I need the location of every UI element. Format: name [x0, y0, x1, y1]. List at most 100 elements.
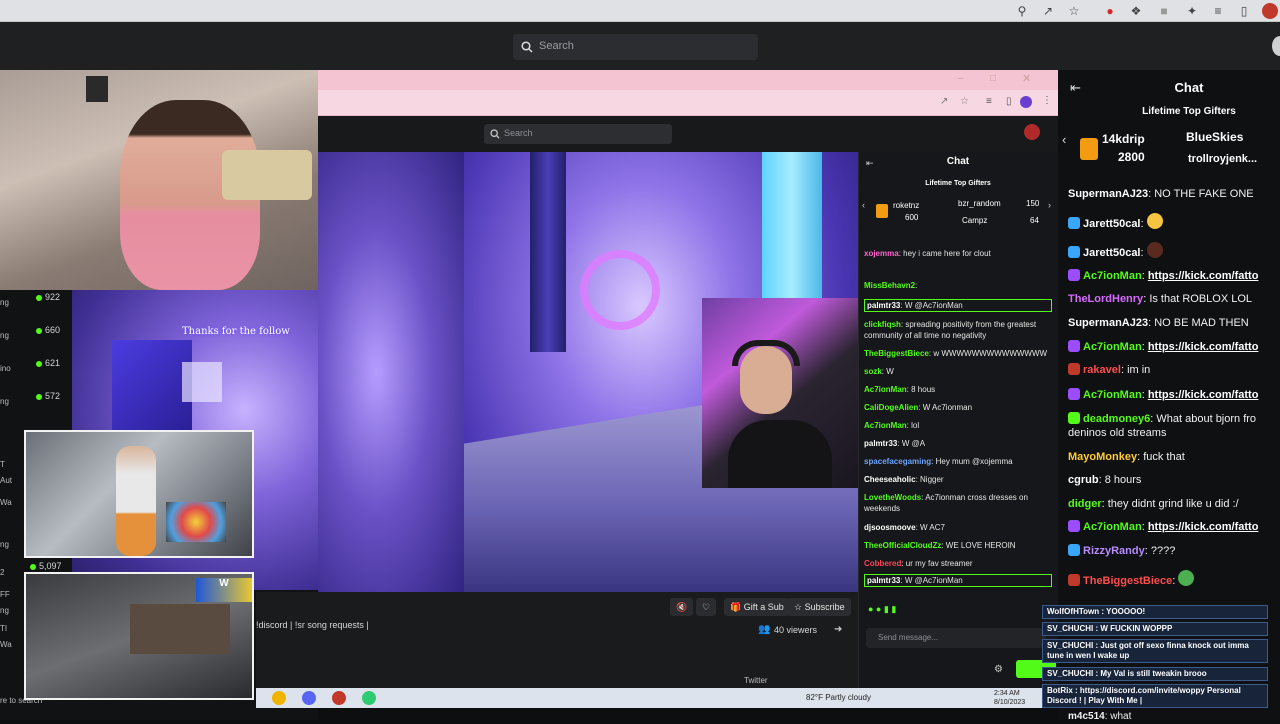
chat-username[interactable]: Ac7ionMan	[1083, 521, 1142, 533]
opera-icon[interactable]	[332, 691, 346, 705]
emote-icon[interactable]: ● ● ▮ ▮	[868, 604, 896, 615]
mute-icon[interactable]: 🔇	[670, 598, 694, 616]
chevron-left-icon[interactable]: ‹	[1062, 132, 1066, 147]
discord-icon[interactable]	[302, 691, 316, 705]
share-icon[interactable]: ↗	[940, 96, 948, 107]
chat-message: Ac7ionMan: https://kick.com/fatto	[1068, 269, 1280, 283]
chat-username[interactable]: SupermanAJ23	[1068, 317, 1148, 329]
chat-link[interactable]: https://kick.com/fatto	[1148, 270, 1259, 282]
chat-text: lol	[911, 421, 920, 430]
minimize-icon[interactable]: –	[958, 73, 964, 84]
inner-user-avatar[interactable]	[1024, 124, 1040, 140]
chat-username[interactable]: cgrub	[1068, 474, 1099, 486]
chat-username[interactable]: Cheeseaholic	[864, 475, 916, 484]
chat-username[interactable]: Cobbered	[864, 559, 901, 568]
inner-chat-message: CaliDogeAlien: W Ac7ionman	[864, 403, 973, 412]
gifter-name[interactable]: trollroyjenk...	[1188, 153, 1257, 165]
chat-username[interactable]: TheBiggestBiece	[1083, 575, 1172, 587]
share-icon[interactable]: ↗	[1040, 3, 1056, 19]
sidebar-label: ng	[0, 331, 9, 340]
twitter-link[interactable]: Twitter	[744, 676, 768, 685]
chat-username[interactable]: palmtr33	[867, 301, 900, 310]
bookmark-star-icon[interactable]: ☆	[960, 96, 969, 107]
heart-icon[interactable]: ♡	[696, 598, 717, 616]
puzzle-icon[interactable]: ✦	[1184, 3, 1200, 19]
chat-username[interactable]: m4c514	[1068, 711, 1105, 722]
chat-link[interactable]: https://kick.com/fatto	[1148, 521, 1259, 533]
chat-text: im in	[1127, 364, 1151, 376]
opera-extension-icon[interactable]: ●	[1102, 3, 1118, 19]
chat-username[interactable]: didger	[1068, 498, 1102, 510]
badge-icon	[1068, 544, 1080, 556]
chat-username[interactable]: xojemma	[864, 249, 899, 258]
inner-chat-input[interactable]: Send message...	[866, 628, 1046, 648]
chat-username[interactable]: MayoMonkey	[1068, 451, 1137, 463]
chat-username[interactable]: Jarett50cal	[1083, 247, 1141, 259]
bookmark-star-icon[interactable]: ☆	[1066, 3, 1082, 19]
chat-username[interactable]: Ac7ionMan	[1083, 270, 1142, 282]
kick-extension-icon[interactable]: ■	[1156, 3, 1172, 19]
browser-icon[interactable]	[362, 691, 376, 705]
inner-search-input[interactable]: Search	[484, 124, 672, 144]
chat-username[interactable]: palmtr33	[867, 576, 900, 585]
chat-username[interactable]: Jarett50cal	[1083, 218, 1141, 230]
gifter-name[interactable]: 14kdrip	[1102, 132, 1145, 146]
menu-dots-icon[interactable]: ⋮	[1042, 95, 1052, 106]
chat-username[interactable]: SupermanAJ23	[1068, 188, 1148, 200]
gifter-name[interactable]: BlueSkies	[1186, 130, 1243, 144]
sidebar-icon[interactable]: ▯	[1006, 96, 1012, 107]
alert-text: https://discord.com/invite/woppy Persona…	[1047, 686, 1241, 705]
playlist-icon[interactable]: ≡	[986, 96, 992, 107]
chat-username[interactable]: LovetheWoods	[864, 493, 921, 502]
search-input[interactable]: Search	[513, 34, 758, 60]
chat-username[interactable]: sozk	[864, 367, 882, 376]
inner-chat-placeholder: Send message...	[878, 633, 939, 642]
chat-link[interactable]: https://kick.com/fatto	[1148, 341, 1259, 353]
playlist-icon[interactable]: ≡	[1210, 3, 1226, 19]
profile-avatar[interactable]	[1262, 3, 1278, 19]
chat-username[interactable]: clickfiqsh	[864, 320, 901, 329]
chat-text: Hey mum @xojemma	[935, 457, 1013, 466]
chrome-icon[interactable]	[272, 691, 286, 705]
zoom-icon[interactable]: ⚲	[1014, 3, 1030, 19]
chat-username[interactable]: djsoosmoove	[864, 523, 916, 532]
chevron-right-icon[interactable]: ›	[1048, 200, 1051, 210]
chevron-left-icon[interactable]: ‹	[862, 200, 865, 210]
gear-icon[interactable]: ⚙	[994, 664, 1003, 675]
chat-username[interactable]: rakavel	[1083, 364, 1121, 376]
chat-username[interactable]: palmtr33	[864, 439, 897, 448]
chat-text: hey i came here for clout	[903, 249, 991, 258]
profile-avatar[interactable]	[1020, 96, 1032, 108]
chat-username[interactable]: Ac7ionMan	[1083, 341, 1142, 353]
search-icon	[490, 129, 500, 139]
sidebar-icon[interactable]: ▯	[1236, 3, 1252, 19]
chat-username[interactable]: Ac7ionMan	[864, 385, 907, 394]
close-icon[interactable]: ✕	[1022, 72, 1031, 85]
subscribe-button[interactable]: ☆ Subscribe	[788, 598, 851, 616]
chat-username[interactable]: RizzyRandy	[1083, 545, 1145, 557]
chat-username[interactable]: TheLordHenry	[1068, 293, 1143, 305]
badge-icon	[1068, 340, 1080, 352]
plush-toys	[166, 502, 226, 542]
chat-username[interactable]: TheeOfficialCloudZz	[864, 541, 941, 550]
gift-sub-button[interactable]: 🎁 Gift a Sub	[724, 598, 790, 616]
chat-username[interactable]: MissBehavn2	[864, 281, 915, 290]
chat-username[interactable]: TheBiggestBiece	[864, 349, 929, 358]
viewer-count: 40 viewers	[774, 625, 818, 635]
clock-date: 8/10/2023	[994, 699, 1026, 706]
extension-icon[interactable]: ❖	[1128, 3, 1144, 19]
sidebar-label: ng	[0, 540, 9, 549]
weather-text[interactable]: 82°F Partly cloudy	[806, 693, 871, 702]
chat-link[interactable]: https://kick.com/fatto	[1148, 389, 1259, 401]
maximize-icon[interactable]: □	[990, 73, 996, 84]
share-icon[interactable]: ➜	[834, 624, 842, 635]
chat-text: what	[1110, 711, 1132, 722]
chat-username[interactable]: Ac7ionMan	[864, 421, 907, 430]
chat-username[interactable]: CaliDogeAlien	[864, 403, 918, 412]
chat-username[interactable]: spacefacegaming	[864, 457, 931, 466]
chat-username[interactable]: Ac7ionMan	[1083, 389, 1142, 401]
system-clock[interactable]: 2:34 AM 8/10/2023	[994, 689, 1025, 707]
inner-gifter-amount: 600	[905, 213, 919, 222]
chat-username[interactable]: deadmoney6	[1083, 413, 1150, 425]
game-portal	[580, 250, 660, 330]
